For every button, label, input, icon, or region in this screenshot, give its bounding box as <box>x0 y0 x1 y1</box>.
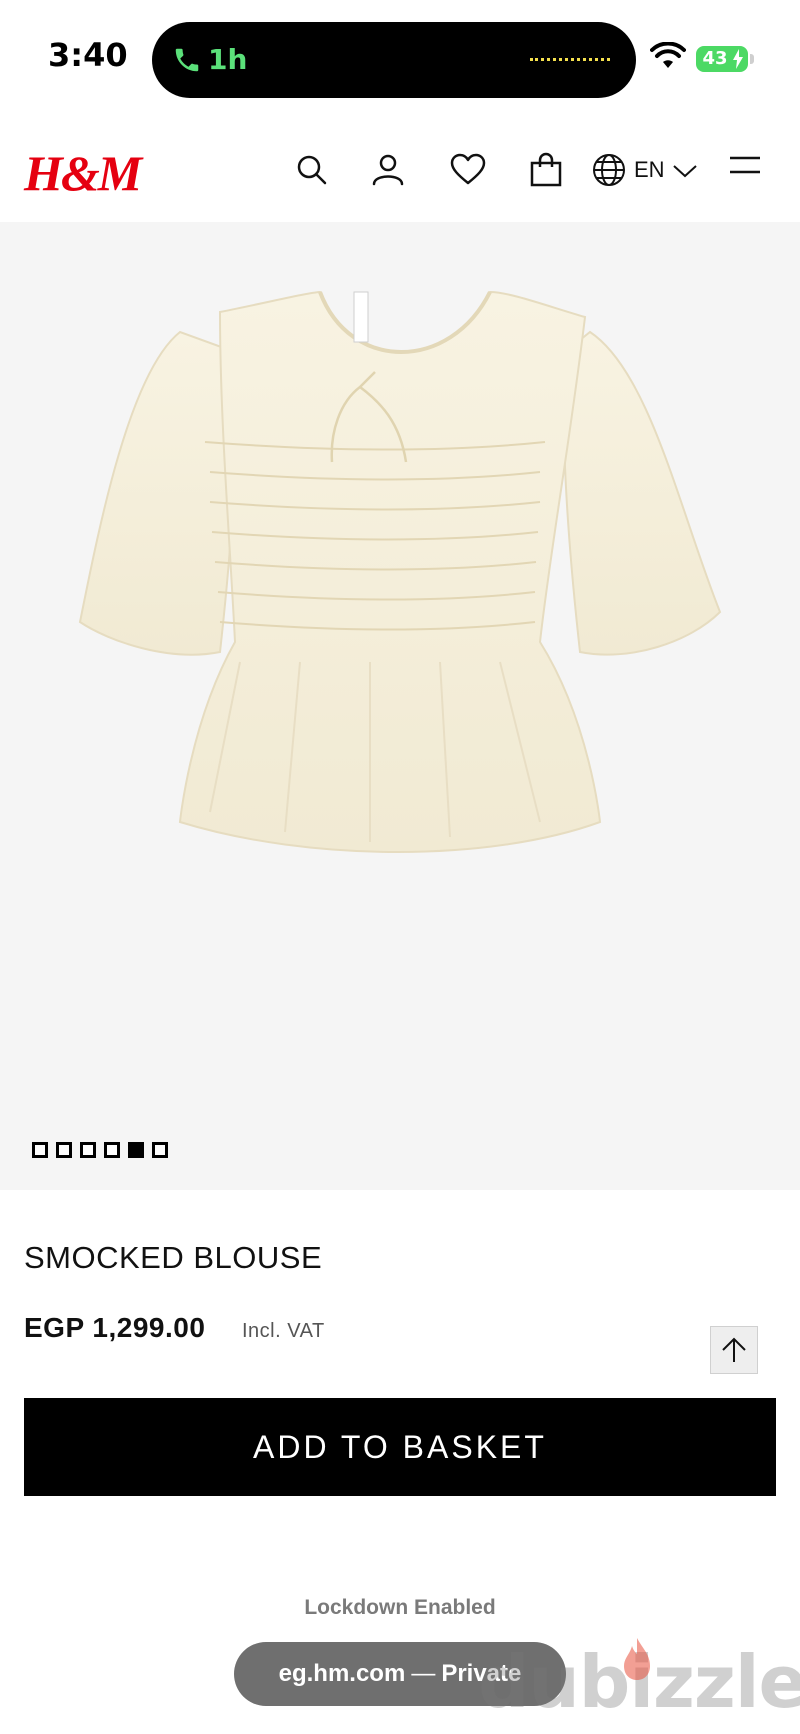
hamburger-menu-icon[interactable] <box>728 154 762 178</box>
gallery-dot-active[interactable] <box>128 1142 144 1158</box>
gallery-dot[interactable] <box>80 1142 96 1158</box>
dubizzle-flame-icon <box>624 1638 650 1680</box>
gallery-dot[interactable] <box>32 1142 48 1158</box>
dynamic-island[interactable]: 1h <box>152 22 636 98</box>
search-icon[interactable] <box>292 150 332 190</box>
language-label: EN <box>634 157 665 182</box>
status-bar: 3:40 1h 43 <box>0 0 800 110</box>
arrow-up-icon <box>722 1337 746 1362</box>
product-price: EGP 1,299.00 <box>24 1312 206 1343</box>
shopping-bag-icon[interactable] <box>526 150 566 190</box>
favorites-heart-icon[interactable] <box>448 150 488 190</box>
account-icon[interactable] <box>368 150 408 190</box>
scroll-to-top-button[interactable] <box>710 1326 758 1374</box>
add-to-basket-button[interactable]: ADD TO BASKET <box>24 1398 776 1496</box>
clock: 3:40 <box>48 36 128 74</box>
charging-bolt-icon <box>733 49 743 69</box>
phone-icon <box>175 48 199 72</box>
url-separator: — <box>411 1660 436 1687</box>
wifi-icon <box>650 42 686 68</box>
globe-icon <box>593 154 625 186</box>
gallery-pagination[interactable] <box>32 1142 168 1158</box>
language-selector[interactable]: EN <box>592 150 699 190</box>
product-gallery[interactable] <box>0 222 800 1190</box>
call-duration: 1h <box>208 43 248 76</box>
battery-nub <box>750 54 754 64</box>
hm-logo[interactable]: H&M <box>24 144 142 202</box>
product-title: SMOCKED BLOUSE <box>24 1240 323 1275</box>
chevron-down-icon <box>672 165 697 178</box>
battery-indicator: 43 <box>696 46 748 72</box>
gallery-dot[interactable] <box>104 1142 120 1158</box>
product-image[interactable] <box>70 262 730 1142</box>
gallery-dot[interactable] <box>56 1142 72 1158</box>
lockdown-label: Lockdown Enabled <box>304 1596 496 1619</box>
audio-waveform-icon <box>530 58 610 62</box>
vat-note: Incl. VAT <box>242 1320 325 1342</box>
url-text: eg.hm.com <box>278 1660 406 1687</box>
gallery-dot[interactable] <box>152 1142 168 1158</box>
site-header: H&M EN <box>0 110 800 222</box>
battery-level: 43 <box>702 48 728 69</box>
